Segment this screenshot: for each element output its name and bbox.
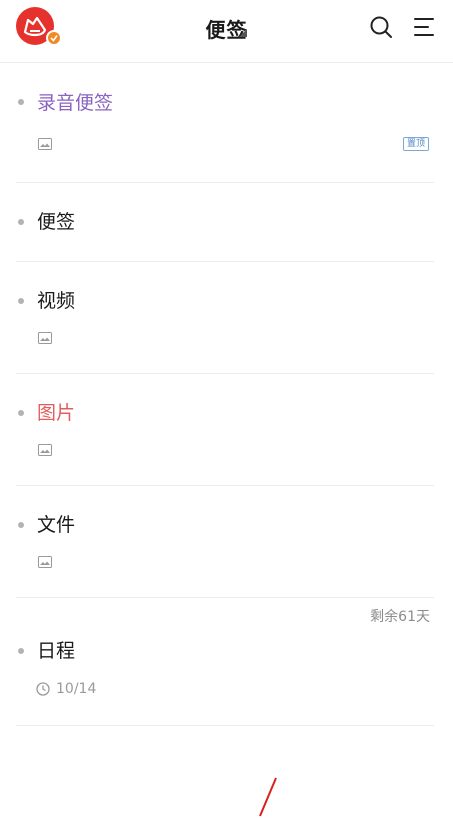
image-attachment-icon [38, 138, 52, 150]
note-title: 录音便签 [37, 92, 114, 114]
top-bar: 便签 [0, 0, 453, 63]
note-title: 文件 [37, 514, 76, 536]
note-item[interactable]: 剩余61天 日程 10/14 [16, 598, 434, 726]
bullet-dot [18, 522, 24, 528]
note-item[interactable]: 文件 [16, 486, 434, 598]
note-title: 日程 [37, 640, 76, 662]
image-attachment-icon [38, 332, 52, 344]
red-stroke-mark [259, 777, 277, 817]
bullet-dot [18, 298, 24, 304]
note-title: 视频 [37, 290, 76, 312]
clock-icon [36, 682, 50, 696]
note-title: 图片 [37, 402, 76, 424]
note-title: 便签 [37, 211, 76, 233]
dropdown-caret-icon[interactable] [239, 29, 247, 37]
bullet-dot [18, 648, 24, 654]
note-item[interactable]: 便签 [16, 183, 434, 262]
note-item[interactable]: 录音便签 置顶 [16, 64, 434, 183]
menu-icon[interactable] [413, 16, 435, 38]
image-attachment-icon [38, 444, 52, 456]
note-item[interactable]: 视频 [16, 262, 434, 374]
image-attachment-icon [38, 556, 52, 568]
bullet-dot [18, 219, 24, 225]
pinned-badge: 置顶 [402, 137, 429, 151]
remaining-days-label: 剩余61天 [370, 609, 430, 625]
bullet-dot [18, 99, 24, 105]
bullet-dot [18, 410, 24, 416]
schedule-date: 10/14 [56, 681, 97, 697]
note-item[interactable]: 图片 [16, 374, 434, 486]
search-icon[interactable] [369, 15, 393, 39]
